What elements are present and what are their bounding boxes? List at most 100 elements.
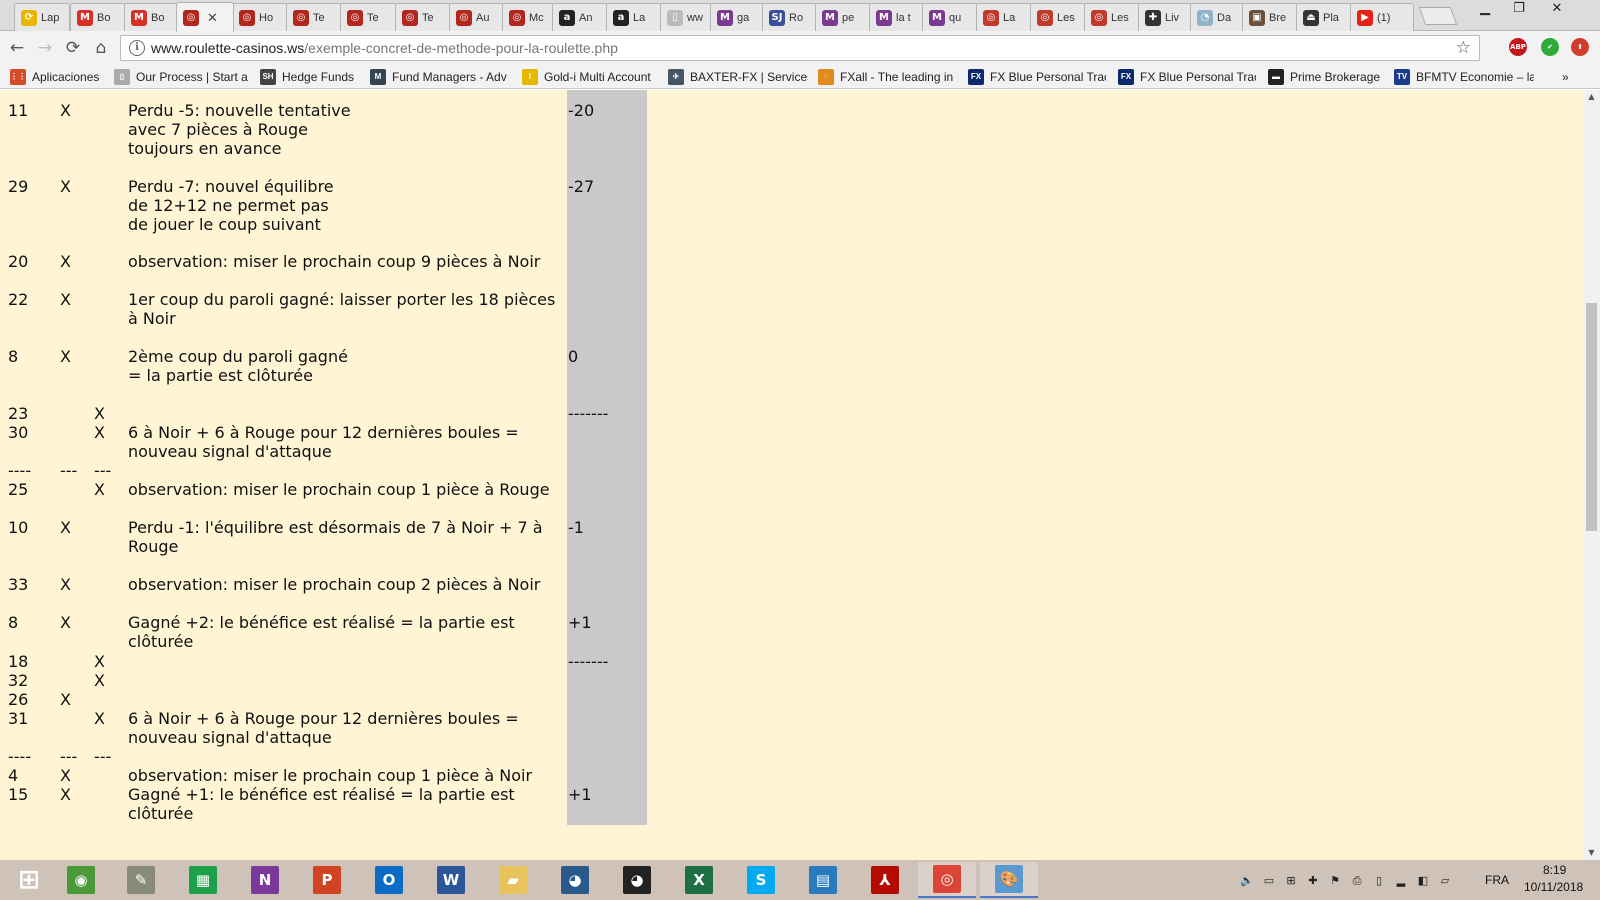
scroll-up-icon[interactable]: ▲ [1583,90,1600,104]
taskbar-app-acrobat[interactable]: ⅄ [856,862,914,898]
bookmark-item[interactable]: ◌ FXall - The leading in [818,68,953,85]
red-mark: X [94,652,105,671]
browser-tab[interactable]: ◎ Te [286,3,342,31]
paint-icon: 🎨 [995,865,1023,893]
roulette-icon: ◎ [456,9,472,26]
site-info-icon[interactable]: i [129,40,145,56]
check-extension-icon[interactable]: ✔ [1541,38,1559,56]
browser-tab[interactable]: Mqu [922,3,978,31]
address-bar[interactable]: i www.roulette-casinos.ws/exemple-concre… [120,35,1480,61]
browser-tab[interactable]: a La [606,3,662,31]
bookmark-item[interactable]: ▬ Prime Brokerage [1268,68,1380,85]
taskbar-app-chromium[interactable]: ◉ [52,862,110,898]
minimize-button[interactable]: ▁ [1468,0,1502,20]
taskbar-app-skype[interactable]: S [732,862,790,898]
scrollbar-thumb[interactable] [1586,303,1597,531]
forward-icon[interactable]: → [34,37,56,59]
volume-icon[interactable]: 🔈 [1240,874,1254,887]
browser-tab[interactable]: ▯ ww [660,3,712,31]
taskbar-app-remote[interactable]: ▤ [794,862,852,898]
browser-tab[interactable]: ◎ Les [1084,3,1140,31]
browser-tab[interactable]: ▶ (1) [1350,3,1414,31]
taskbar-app-word[interactable]: W [422,862,480,898]
browser-tab[interactable]: M Bo [70,3,126,31]
close-window-button[interactable]: ✕ [1540,0,1574,20]
wifi-signal-icon[interactable]: ▂ [1394,874,1408,887]
browser-tab[interactable]: ◎ ✕ [176,2,234,32]
printer-icon[interactable]: ⎙ [1350,874,1364,887]
action-center-icon[interactable]: ▱ [1438,874,1452,887]
word-icon: W [437,866,465,894]
browser-tab[interactable]: ◔ Da [1190,3,1244,31]
network-share-icon[interactable]: ⊞ [1284,874,1298,887]
close-tab-icon[interactable]: ✕ [207,10,218,26]
bookmark-item[interactable]: FX FX Blue Personal Trac [968,68,1106,85]
amazon-icon: a [613,9,629,26]
adblock-icon[interactable]: ABP [1509,38,1527,56]
taskbar-app-notes[interactable]: ✎ [112,862,170,898]
restore-button[interactable]: ❐ [1502,0,1536,20]
browser-tab[interactable]: ◎ Les [1030,3,1086,31]
comment-cell: 2ème coup du paroli gagné = la partie est… [128,347,563,385]
taskbar-app-onenote[interactable]: N [236,862,294,898]
input-language[interactable]: FRA [1485,873,1509,887]
browser-tab[interactable]: Mpe [815,3,871,31]
taskbar-app-excel[interactable]: X [670,862,728,898]
clock-date[interactable]: 10/11/2018 [1524,880,1583,894]
browser-tab[interactable]: M Bo [124,3,178,31]
browser-tab[interactable]: ◎ Mc [502,3,554,31]
browser-tab[interactable]: ◎ Te [340,3,397,31]
vertical-scrollbar[interactable]: ▲ ▼ [1583,90,1600,860]
home-icon[interactable]: ⌂ [90,37,112,59]
reload-icon[interactable]: ⟳ [62,37,84,59]
taskbar-app-owl-dark[interactable]: ◕ [608,862,666,898]
browser-tab[interactable]: ⟳ Lap [14,3,70,31]
nvidia-icon[interactable]: ◧ [1416,874,1430,887]
bookmark-item[interactable]: ▯ Our Process | Start a [114,68,248,85]
browser-tab[interactable]: ◎ Te [395,3,451,31]
fxblue-icon: FX [1118,68,1134,85]
browser-tab[interactable]: ✚ Liv [1138,3,1192,31]
display-icon[interactable]: ▭ [1262,874,1276,887]
bookmark-item[interactable]: FX FX Blue Personal Trac [1118,68,1256,85]
browser-tab[interactable]: ◎ Au [449,3,504,31]
comment-cell: 6 à Noir + 6 à Rouge pour 12 dernières b… [128,709,563,747]
browser-tab[interactable]: a An [552,3,608,31]
black-mark: X [60,613,71,632]
browser-tab[interactable]: SJ Ro [762,3,817,31]
taskbar-app-owl[interactable]: ◕ [546,862,604,898]
scroll-down-icon[interactable]: ▼ [1583,846,1600,860]
back-icon[interactable]: ← [6,37,28,59]
browser-tab[interactable]: ⏏ Pla [1296,3,1352,31]
bookmark-item[interactable]: TV BFMTV Economie – la [1394,68,1534,85]
browser-tab[interactable]: ◎ La [976,3,1032,31]
upload-extension-icon[interactable]: ⬆ [1571,38,1589,56]
taskbar-app-chrome[interactable]: ◎ [918,862,976,898]
security-icon[interactable]: ✚ [1306,874,1320,887]
taskbar-app-explorer[interactable]: ▰ [484,862,542,898]
red-mark: X [94,709,105,728]
taskbar-app-powerpoint[interactable]: P [298,862,356,898]
browser-tab[interactable]: Mla t [869,3,924,31]
bookmark-item[interactable]: M Fund Managers - Adv [370,68,507,85]
comment-line: Gagné +1: le bénéfice est réalisé = la p… [128,785,515,823]
start-button[interactable]: ⊞ [0,862,58,898]
browser-tab[interactable]: Mga [710,3,764,31]
bookmark-item[interactable]: i Gold-i Multi Account [522,68,651,85]
taskbar-app-store[interactable]: ▦ [174,862,232,898]
browser-tab[interactable]: ▣ Bre [1242,3,1298,31]
browser-tab[interactable]: ◎ Ho [232,3,288,31]
battery-icon[interactable]: ▯ [1372,874,1386,887]
bookmark-item[interactable]: SH Hedge Funds [260,68,354,85]
comment-line: observation: miser le prochain coup 2 pi… [128,575,541,594]
bookmark-item[interactable]: ⋮⋮ Aplicaciones [10,68,99,85]
bookmark-star-icon[interactable]: ☆ [1456,38,1471,58]
more-bookmarks-button[interactable]: » [1562,68,1569,85]
comment-cell: observation: miser le prochain coup 9 pi… [128,252,563,271]
taskbar-app-outlook[interactable]: O [360,862,418,898]
taskbar-app-paint[interactable]: 🎨 [980,862,1038,898]
flag-icon[interactable]: ⚑ [1328,874,1342,887]
clock-time[interactable]: 8:19 [1543,863,1566,877]
new-tab-button[interactable] [1418,7,1458,25]
bookmark-item[interactable]: ✈ BAXTER-FX | Services [668,68,808,85]
